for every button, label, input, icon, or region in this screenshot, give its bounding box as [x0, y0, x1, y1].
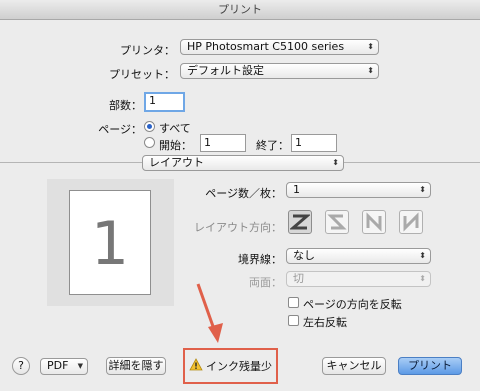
preset-label: プリセット： [109, 68, 175, 81]
printer-label: プリンタ： [120, 44, 175, 57]
flip-horizontal-checkbox[interactable] [288, 315, 299, 326]
annotation-arrow [196, 283, 223, 343]
hide-details-button[interactable]: 詳細を隠す [106, 357, 166, 375]
pages-all-label: すべて [159, 122, 191, 135]
printer-value: HP Photosmart C5100 series [187, 40, 345, 53]
ink-warning-label[interactable]: インク残量少 [206, 358, 272, 374]
dropdown-arrow-icon: ▼ [77, 362, 83, 370]
window-title-bar: プリント [0, 0, 480, 20]
updown-arrow-icon: ⬍ [419, 251, 426, 260]
updown-arrow-icon: ⬍ [419, 185, 426, 194]
cancel-button[interactable]: キャンセル [322, 357, 386, 375]
pdf-menu-button[interactable]: PDF ▼ [40, 358, 88, 375]
pages-to-label: 終了： [256, 139, 289, 152]
pages-per-sheet-select[interactable]: 1 ⬍ [286, 182, 431, 198]
printer-select[interactable]: HP Photosmart C5100 series ⬍ [180, 39, 379, 55]
border-select[interactable]: なし ⬍ [286, 248, 431, 264]
updown-arrow-icon: ⬍ [367, 66, 374, 75]
border-label: 境界線： [238, 253, 282, 266]
pages-from-label: 開始： [159, 139, 192, 152]
updown-arrow-icon: ⬍ [367, 42, 374, 51]
pages-all-radio[interactable] [144, 121, 155, 132]
updown-arrow-icon: ⬍ [332, 158, 339, 167]
copies-field[interactable]: 1 [144, 92, 185, 112]
pages-range-radio[interactable] [144, 137, 155, 148]
pages-per-sheet-value: 1 [293, 183, 300, 196]
warning-icon [189, 358, 203, 371]
direction-s-icon[interactable] [325, 210, 349, 234]
preset-select[interactable]: デフォルト設定 ⬍ [180, 63, 379, 79]
direction-n-reverse-icon[interactable] [362, 210, 386, 234]
print-button[interactable]: プリント [398, 357, 462, 375]
section-value: レイアウト [149, 156, 204, 169]
copies-label: 部数： [109, 99, 142, 112]
reverse-orientation-checkbox[interactable] [288, 297, 299, 308]
pages-from-field[interactable]: 1 [200, 134, 246, 152]
pages-per-sheet-label: ページ数／枚： [205, 187, 282, 200]
direction-z-icon[interactable] [288, 210, 312, 234]
two-sided-select[interactable]: 切 ⬍ [286, 271, 431, 287]
page-preview: 1 [69, 190, 151, 295]
help-button[interactable]: ? [12, 357, 30, 375]
flip-horizontal-label: 左右反転 [303, 316, 347, 329]
direction-n-icon[interactable] [399, 210, 423, 234]
section-select[interactable]: レイアウト ⬍ [142, 155, 344, 171]
preset-value: デフォルト設定 [187, 64, 264, 77]
reverse-orientation-label: ページの方向を反転 [303, 298, 402, 311]
window-title: プリント [218, 3, 262, 16]
updown-arrow-icon: ⬍ [419, 274, 426, 283]
border-value: なし [293, 249, 315, 262]
layout-direction-label: レイアウト方向： [194, 221, 282, 234]
pages-label: ページ： [98, 123, 142, 136]
pdf-label: PDF [47, 359, 69, 372]
two-sided-value: 切 [293, 272, 304, 285]
pages-to-field[interactable]: 1 [291, 134, 337, 152]
preview-page-number: 1 [90, 209, 130, 279]
